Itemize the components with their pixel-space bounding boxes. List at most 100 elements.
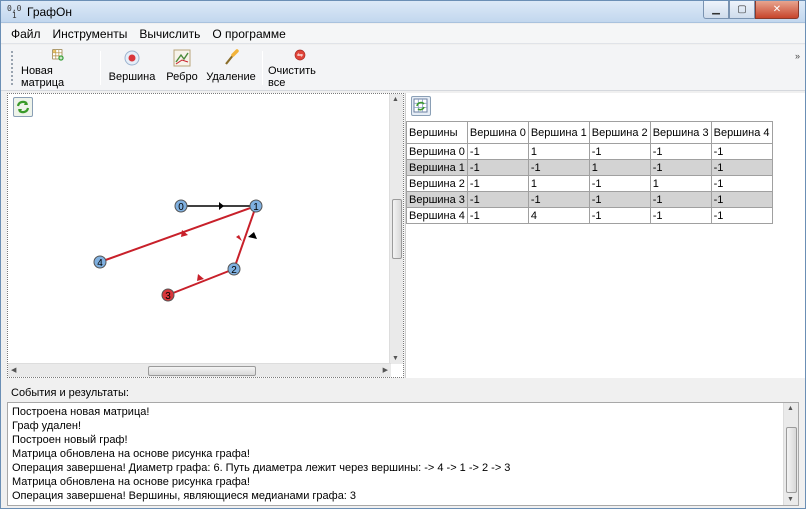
table-cell[interactable]: 4 [527,207,590,224]
table-cell[interactable]: -1 [588,143,651,160]
graph-canvas-panel[interactable]: 0 1 2 3 4 ▲ ▼ ◀ ▶ [7,93,404,378]
update-matrix-button[interactable] [411,96,431,116]
vertex-1-label: 1 [253,202,259,213]
app-window: 0,0 1 ГрафОн ▁ ▢ ✕ Файл Инструменты Вычи… [0,0,806,509]
row-header[interactable]: Вершина 1 [406,159,468,176]
delete-label: Удаление [206,71,256,83]
table-cell[interactable]: -1 [649,191,712,208]
vertex-icon [124,50,140,66]
vertex-4-label: 4 [97,258,103,269]
table-cell[interactable]: -1 [466,191,529,208]
graph-horizontal-scroll-thumb[interactable] [148,366,256,376]
log-line: Матрица обновлена на основе рисунка граф… [12,448,250,460]
maximize-button[interactable]: ▢ [729,1,755,19]
column-header[interactable]: Вершина 2 [588,121,651,144]
table-cell[interactable]: -1 [466,207,529,224]
column-header[interactable]: Вершина 4 [710,121,773,144]
vertex-1[interactable]: 1 [249,199,263,213]
vertex-label: Вершина [108,71,156,83]
edge-button[interactable]: Ребро [163,49,201,89]
graph-vertical-scroll-thumb[interactable] [392,199,402,259]
row-header[interactable]: Вершина 2 [406,175,468,192]
table-cell[interactable]: -1 [649,143,712,160]
table-row: Вершина 0 -1 1 -1 -1 -1 [406,143,773,160]
column-header[interactable]: Вершина 0 [466,121,529,144]
table-cell[interactable]: -1 [588,191,651,208]
menu-tools[interactable]: Инструменты [47,27,134,41]
table-cell[interactable]: 1 [527,175,590,192]
vertex-4[interactable]: 4 [93,255,107,269]
edge-arrow [248,232,257,239]
table-cell[interactable]: -1 [466,143,529,160]
vertex-2-label: 2 [231,265,237,276]
minimize-button[interactable]: ▁ [703,1,729,19]
table-cell[interactable]: -1 [649,159,712,176]
log-line: Операция завершена! Диаметр графа: 6. Пу… [12,462,511,474]
menu-about[interactable]: О программе [206,27,291,41]
column-header[interactable]: Вершина 3 [649,121,712,144]
log-line: Построен новый граф! [12,434,128,446]
graph-horizontal-scrollbar[interactable]: ◀ ▶ [8,363,391,377]
events-scrollbar[interactable]: ▲ ▼ [783,403,798,505]
minimize-icon: ▁ [712,4,720,15]
row-header[interactable]: Вершина 4 [406,207,468,224]
toolbar-grip[interactable] [11,51,13,85]
table-cell[interactable]: -1 [710,143,773,160]
table-row: Вершина 4 -1 4 -1 -1 -1 [406,207,773,224]
clear-all-button[interactable]: Очистить все [268,49,332,89]
new-matrix-button[interactable]: Новая матрица [21,49,95,89]
table-cell[interactable]: 1 [588,159,651,176]
table-cell[interactable]: -1 [710,175,773,192]
vertex-button[interactable]: Вершина [108,49,156,89]
table-cell[interactable]: -1 [710,207,773,224]
table-cell[interactable]: -1 [588,175,651,192]
vertex-2[interactable]: 2 [227,262,241,276]
table-cell[interactable]: -1 [588,207,651,224]
matrix-panel: Вершины Вершина 0 Вершина 1 Вершина 2 Ве… [405,93,805,378]
row-header[interactable]: Вершина 3 [406,191,468,208]
table-cell[interactable]: -1 [527,159,590,176]
row-header[interactable]: Вершина 0 [406,143,468,160]
vertex-0[interactable]: 0 [174,199,188,213]
graph-vertical-scrollbar[interactable]: ▲ ▼ [389,94,403,364]
scroll-right-icon[interactable]: ▶ [383,366,388,374]
table-cell[interactable]: 1 [649,175,712,192]
scroll-left-icon[interactable]: ◀ [11,366,16,374]
close-button[interactable]: ✕ [755,1,799,19]
delete-button[interactable]: Удаление [206,49,256,89]
events-scroll-thumb[interactable] [786,427,797,493]
graph-drawing[interactable]: 0 1 2 3 4 [8,94,391,364]
table-cell[interactable]: -1 [466,159,529,176]
scroll-down-icon[interactable]: ▼ [787,496,794,503]
grid-refresh-icon [413,98,428,113]
scroll-up-icon[interactable]: ▲ [392,96,399,103]
scroll-down-icon[interactable]: ▼ [392,355,399,362]
table-row: Вершина 1 -1 -1 1 -1 -1 [406,159,773,176]
table-header-row: Вершины Вершина 0 Вершина 1 Вершина 2 Ве… [406,121,773,144]
edge-4-1[interactable] [99,205,257,263]
edge-icon [173,49,191,67]
table-cell[interactable]: -1 [710,191,773,208]
column-header[interactable]: Вершина 1 [527,121,590,144]
vertex-3[interactable]: 3 [161,288,175,302]
edge-label: Ребро [166,71,198,83]
edge-2-3[interactable] [167,268,235,296]
close-icon: ✕ [772,4,782,15]
column-header[interactable]: Вершины [406,121,468,144]
eraser-icon [225,49,239,65]
toolbar-separator [262,51,263,85]
table-cell[interactable]: -1 [649,207,712,224]
scroll-up-icon[interactable]: ▲ [787,405,794,412]
table-row: Вершина 3 -1 -1 -1 -1 -1 [406,191,773,208]
toolbar-overflow-button[interactable]: » [795,51,803,85]
menu-calculate[interactable]: Вычислить [133,27,206,41]
toolbar-separator [100,51,101,85]
edge-arrow [197,274,204,281]
title-bar[interactable]: 0,0 1 ГрафОн ▁ ▢ ✕ [1,1,805,23]
table-cell[interactable]: -1 [710,159,773,176]
table-cell[interactable]: 1 [527,143,590,160]
menu-file[interactable]: Файл [5,27,47,41]
table-cell[interactable]: -1 [466,175,529,192]
table-cell[interactable]: -1 [527,191,590,208]
events-log[interactable]: Построена новая матрица! Граф удален! По… [7,402,799,506]
